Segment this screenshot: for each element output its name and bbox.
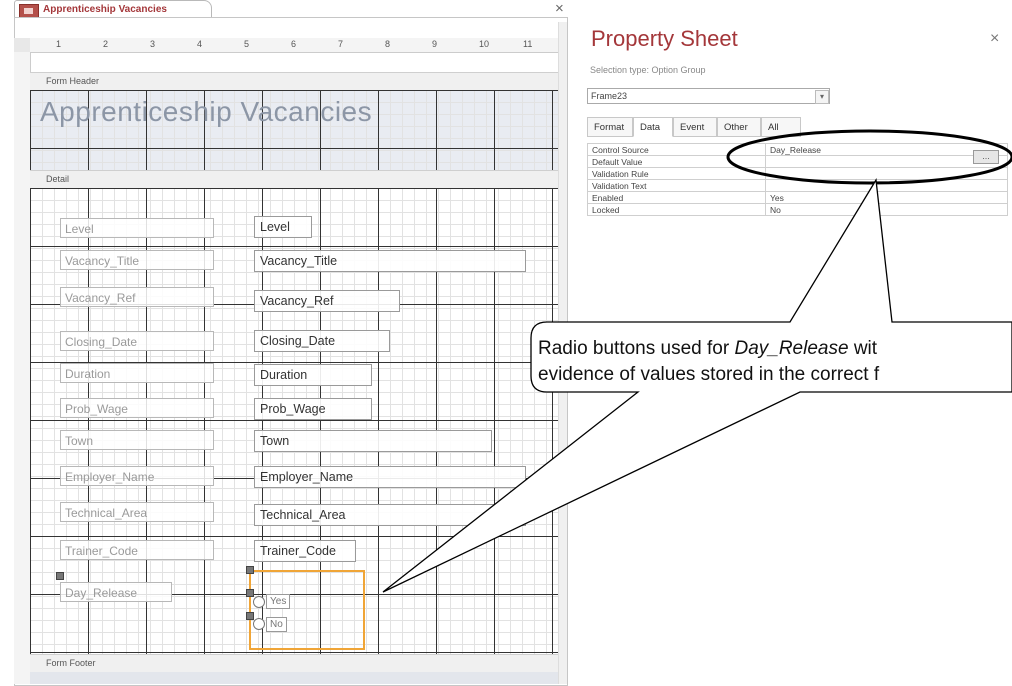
form-header-bar[interactable]: Form Header [30, 72, 558, 91]
text-box-technical-area[interactable]: Technical_Area [254, 504, 526, 526]
property-row[interactable]: Validation Text [587, 179, 1008, 192]
ruler-number: 1 [56, 39, 62, 49]
ruler-number: 3 [150, 39, 156, 49]
field-label[interactable]: Closing_Date [60, 331, 214, 351]
chevron-down-icon[interactable]: ▾ [815, 90, 829, 104]
field-label[interactable]: Vacancy_Title [60, 250, 214, 270]
form-footer-section[interactable] [30, 672, 558, 684]
field-label[interactable]: Prob_Wage [60, 398, 214, 418]
horizontal-ruler[interactable]: 1 2 3 4 5 6 7 8 9 10 11 [30, 38, 558, 53]
ruler-number: 4 [197, 39, 203, 49]
tab-format[interactable]: Format [587, 117, 633, 137]
property-row[interactable]: Locked No [587, 203, 1008, 216]
property-grid: Control Source Day_Release Default Value… [587, 143, 1008, 216]
radio-no[interactable] [253, 618, 265, 630]
field-label[interactable]: Technical_Area [60, 502, 214, 522]
field-label[interactable]: Trainer_Code [60, 540, 214, 560]
ruler-number: 8 [385, 39, 391, 49]
close-document-icon[interactable]: × [555, 0, 564, 17]
property-value[interactable]: Yes [765, 191, 1008, 204]
object-selector[interactable]: Frame23 [587, 88, 830, 104]
property-row[interactable]: Default Value [587, 155, 1008, 168]
property-name: Validation Text [587, 179, 766, 192]
property-row[interactable]: Validation Rule [587, 167, 1008, 180]
form-title-label[interactable]: Apprenticeship Vacancies [40, 96, 372, 128]
property-value[interactable]: Day_Release [765, 143, 1008, 156]
day-release-label[interactable]: Day_Release [60, 582, 172, 602]
form-footer-label: Form Footer [46, 658, 96, 668]
field-label[interactable]: Town [60, 430, 214, 450]
field-label[interactable]: Level [60, 218, 214, 238]
property-name: Locked [587, 203, 766, 216]
option-group-frame[interactable] [249, 570, 365, 650]
text-box-level[interactable]: Level [254, 216, 312, 238]
close-icon[interactable]: × [990, 30, 999, 48]
detail-bar[interactable]: Detail [30, 170, 558, 189]
callout-line-2: evidence of values stored in the correct… [538, 364, 880, 385]
property-name: Validation Rule [587, 167, 766, 180]
tab-data[interactable]: Data [633, 117, 673, 137]
radio-no-label[interactable]: No [266, 617, 287, 632]
detail-label: Detail [46, 174, 70, 184]
move-handle[interactable] [56, 572, 64, 580]
move-handle[interactable] [246, 566, 254, 574]
property-row[interactable]: Enabled Yes [587, 191, 1008, 204]
property-name: Enabled [587, 191, 766, 204]
property-row[interactable]: Control Source Day_Release [587, 143, 1008, 156]
ruler-number: 10 [479, 39, 490, 49]
ruler-number: 7 [338, 39, 344, 49]
tab-all[interactable]: All [761, 117, 801, 137]
field-label[interactable]: Vacancy_Ref [60, 287, 214, 307]
callout-line-1-post: wit [848, 338, 878, 359]
tab-other[interactable]: Other [717, 117, 761, 137]
text-box-prob-wage[interactable]: Prob_Wage [254, 398, 372, 420]
text-box-duration[interactable]: Duration [254, 364, 372, 386]
form-footer-bar[interactable]: Form Footer [30, 654, 558, 673]
vertical-ruler[interactable] [14, 52, 31, 684]
property-name: Control Source [587, 143, 766, 156]
field-label[interactable]: Duration [60, 363, 214, 383]
property-sheet-title: Property Sheet [591, 26, 738, 51]
property-value[interactable] [765, 167, 1008, 180]
callout-line-1-pre: Radio buttons used for [538, 338, 735, 359]
build-button[interactable]: … [973, 150, 999, 164]
form-header-label: Form Header [46, 76, 100, 86]
property-name: Default Value [587, 155, 766, 168]
selection-type: Selection type: Option Group [590, 65, 706, 75]
text-box-closing-date[interactable]: Closing_Date [254, 330, 390, 352]
document-tab-label: Apprenticeship Vacancies [43, 4, 167, 15]
text-box-vacancy-ref[interactable]: Vacancy_Ref [254, 290, 400, 312]
ruler-number: 9 [432, 39, 438, 49]
field-label[interactable]: Employer_Name [60, 466, 214, 486]
property-value[interactable] [765, 179, 1008, 192]
property-value[interactable]: No [765, 203, 1008, 216]
property-value[interactable] [765, 155, 1008, 168]
document-tab[interactable]: Apprenticeship Vacancies [14, 0, 212, 19]
ruler-number: 11 [523, 39, 533, 49]
radio-yes[interactable] [253, 596, 265, 608]
radio-yes-label[interactable]: Yes [266, 594, 291, 609]
callout-text: Radio buttons used for Day_Release wit e… [538, 336, 879, 388]
ruler-number: 2 [103, 39, 109, 49]
text-box-employer-name[interactable]: Employer_Name [254, 466, 526, 488]
text-box-town[interactable]: Town [254, 430, 492, 452]
callout-line-1: Radio buttons used for Day_Release wit [538, 336, 879, 362]
ruler-number: 5 [244, 39, 250, 49]
text-box-vacancy-title[interactable]: Vacancy_Title [254, 250, 526, 272]
text-box-trainer-code[interactable]: Trainer_Code [254, 540, 356, 562]
move-handle[interactable] [246, 612, 254, 620]
move-handle[interactable] [246, 589, 254, 597]
callout-field-name: Day_Release [734, 338, 849, 359]
ruler-number: 6 [291, 39, 297, 49]
tab-event[interactable]: Event [673, 117, 717, 137]
form-selector[interactable] [14, 38, 30, 52]
